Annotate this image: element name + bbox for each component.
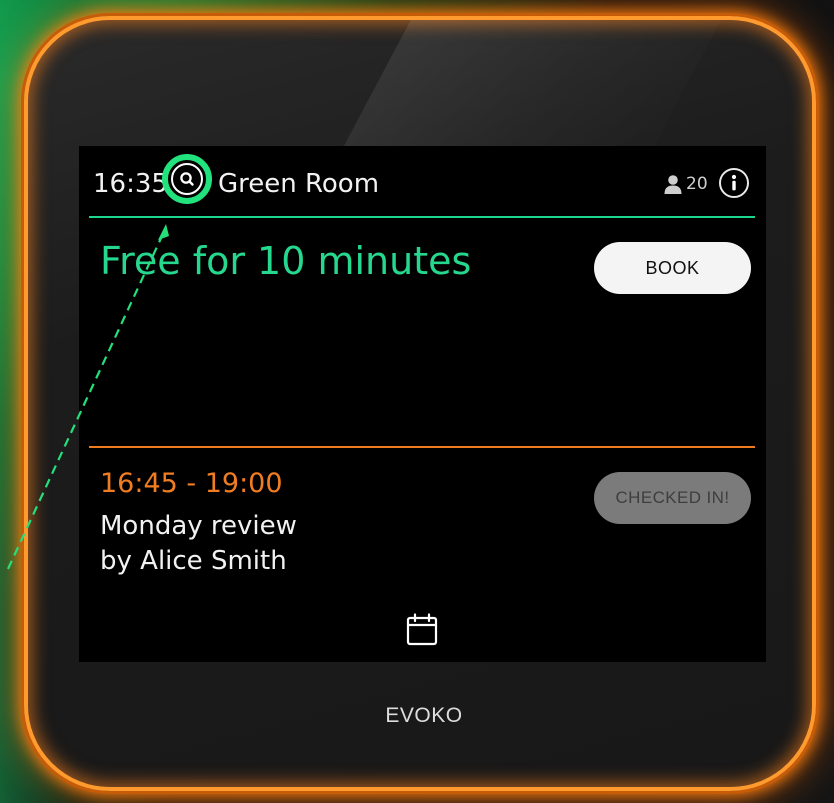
room-capacity: 20 (663, 172, 708, 196)
capacity-count: 20 (686, 174, 708, 194)
meeting-divider (89, 446, 755, 448)
room-name: Green Room (218, 169, 380, 199)
room-booking-device: 16:35 Green Room 20 Free for 10 minutes … (24, 16, 816, 791)
meeting-title: Monday review (100, 511, 297, 541)
meeting-organizer: by Alice Smith (100, 546, 287, 576)
checked-in-button[interactable]: CHECKED IN! (594, 472, 751, 524)
person-icon (664, 175, 682, 194)
info-icon[interactable] (718, 167, 750, 199)
device-screen: 16:35 Green Room 20 Free for 10 minutes … (79, 146, 766, 662)
current-time: 16:35 (93, 169, 168, 199)
header-divider (89, 216, 755, 218)
meeting-time-range: 16:45 - 19:00 (100, 468, 283, 499)
book-button[interactable]: BOOK (594, 242, 751, 294)
search-icon[interactable] (161, 153, 213, 205)
calendar-icon[interactable] (405, 613, 439, 647)
availability-status: Free for 10 minutes (100, 239, 472, 283)
brand-logo: EVOKO (385, 704, 463, 727)
